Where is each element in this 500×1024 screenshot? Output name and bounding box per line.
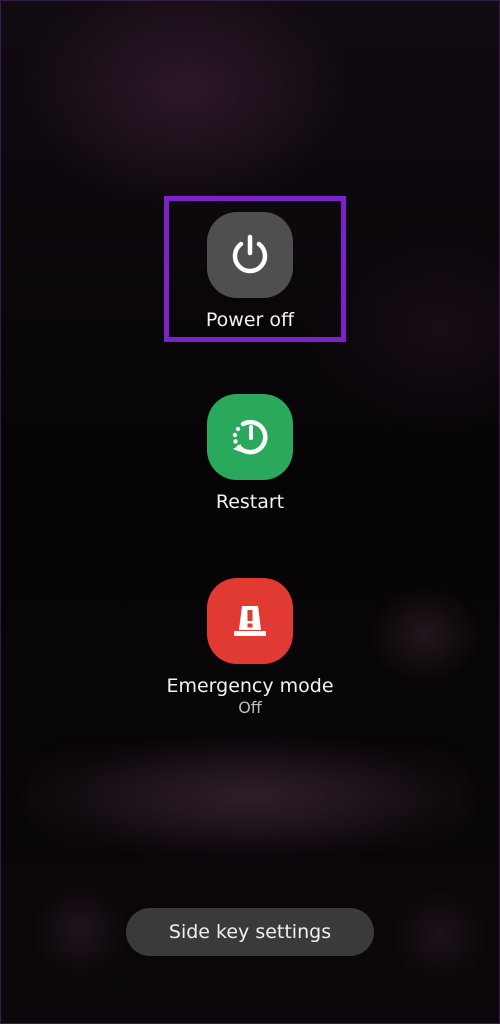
side-key-settings-button[interactable]: Side key settings (126, 908, 374, 956)
emergency-mode-label: Emergency mode (166, 675, 334, 697)
restart-icon (232, 419, 268, 455)
blurred-background-bar (28, 748, 472, 844)
power-off-action[interactable]: Power off (150, 212, 350, 332)
power-icon (232, 234, 268, 274)
restart-action[interactable]: Restart (150, 394, 350, 514)
emergency-mode-action[interactable]: Emergency mode Off (150, 578, 350, 718)
emergency-mode-button[interactable] (207, 578, 293, 664)
restart-button[interactable] (207, 394, 293, 480)
emergency-mode-status: Off (238, 698, 262, 717)
power-menu-screen: Power off Restart Emergency mode Off Sid… (0, 0, 500, 1024)
power-off-button[interactable] (207, 212, 293, 298)
restart-label: Restart (215, 491, 285, 513)
emergency-light-icon (234, 606, 266, 636)
power-off-label: Power off (205, 309, 295, 331)
